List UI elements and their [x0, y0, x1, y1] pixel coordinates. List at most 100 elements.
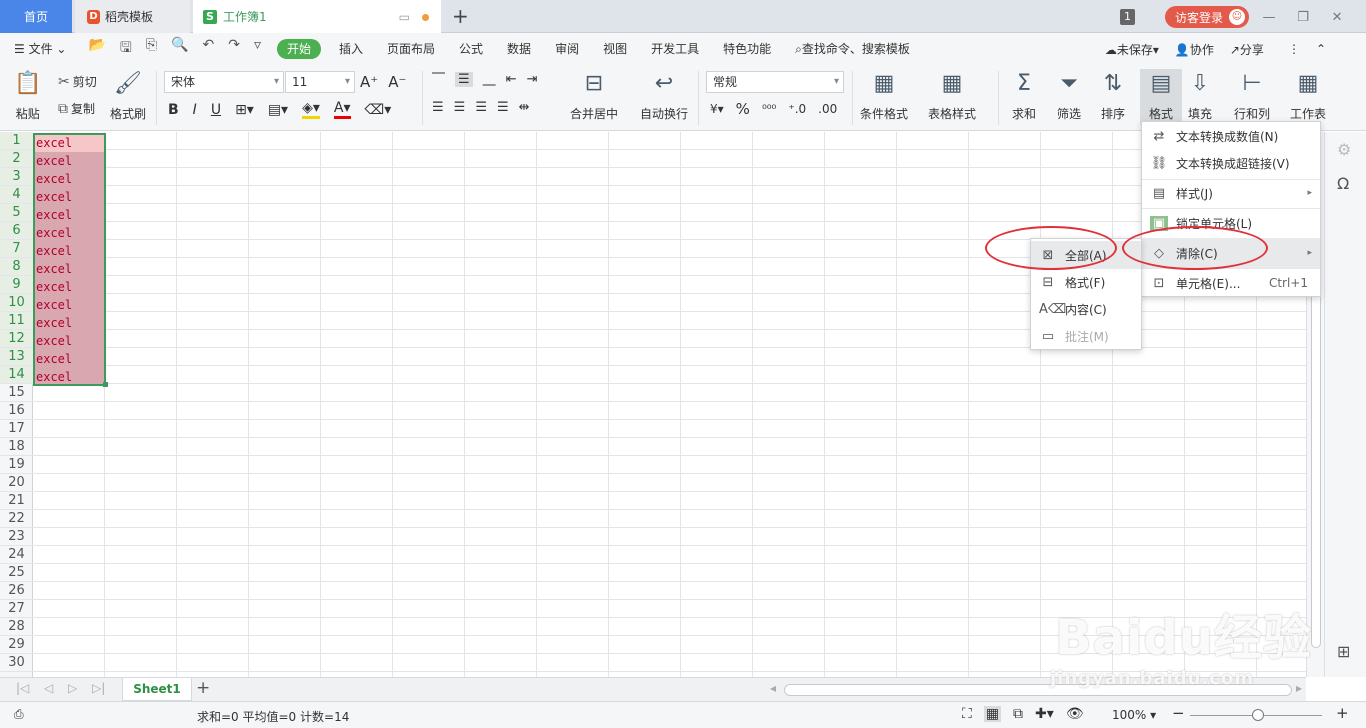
underline-icon[interactable]: U — [211, 102, 221, 118]
increase-decimal-icon[interactable]: ⁺.0 — [788, 102, 806, 116]
save-icon[interactable]: 🖫 — [120, 37, 132, 61]
properties-icon[interactable]: ⚙ — [1337, 140, 1351, 159]
row-header[interactable]: 29 — [0, 636, 33, 654]
row-header[interactable]: 30 — [0, 654, 33, 672]
conditional-format-button[interactable]: ▦ 条件格式 — [860, 71, 908, 122]
row-header[interactable]: 9 — [0, 276, 33, 294]
row-header[interactable]: 18 — [0, 438, 33, 456]
collab-button[interactable]: 👤协作 — [1175, 41, 1214, 58]
row-header[interactable]: 21 — [0, 492, 33, 510]
row-header[interactable]: 20 — [0, 474, 33, 492]
export-icon[interactable]: ⎘ — [146, 37, 157, 61]
row-col-button[interactable]: ⊢ 行和列 — [1234, 71, 1270, 122]
paste-button[interactable]: 📋 粘贴 — [14, 71, 41, 122]
italic-icon[interactable]: I — [193, 102, 197, 118]
align-top-icon[interactable]: ⎺ — [432, 72, 445, 87]
cell-a2[interactable]: excel — [36, 152, 72, 170]
close-button[interactable]: ✕ — [1323, 10, 1351, 25]
restore-button[interactable]: ❐ — [1289, 10, 1317, 25]
prev-sheet-icon[interactable]: ◁ — [44, 681, 53, 695]
last-sheet-icon[interactable]: ▷| — [92, 681, 105, 695]
cell-grid[interactable] — [33, 132, 1306, 677]
tab-template[interactable]: D 稻壳模板 — [75, 0, 190, 33]
undo-icon[interactable]: ↶ — [202, 37, 214, 61]
menu-page-layout[interactable]: 页面布局 — [375, 33, 447, 65]
row-header[interactable]: 22 — [0, 510, 33, 528]
row-header[interactable]: 8 — [0, 258, 33, 276]
menu-review[interactable]: 审阅 — [543, 33, 591, 65]
align-left-icon[interactable]: ☰ — [432, 100, 444, 115]
border-icon[interactable]: ⊞▾ — [235, 102, 254, 118]
justify-icon[interactable]: ☰ — [497, 100, 509, 115]
row-header[interactable]: 16 — [0, 402, 33, 420]
tab-home[interactable]: 首页 — [0, 0, 72, 33]
menu-data[interactable]: 数据 — [495, 33, 543, 65]
grow-font-icon[interactable]: A⁺ — [360, 73, 378, 91]
align-right-icon[interactable]: ☰ — [475, 100, 487, 115]
fill-button[interactable]: ⇩ 填充 — [1188, 71, 1212, 122]
menu-text-to-link[interactable]: ⛓ 文本转换成超链接(V) — [1142, 149, 1320, 177]
row-header[interactable]: 27 — [0, 600, 33, 618]
cell-a6[interactable]: excel — [36, 224, 72, 242]
cell-fill-pattern-icon[interactable]: ▤▾ — [268, 102, 288, 118]
monitor-icon[interactable]: ▭ — [399, 10, 410, 24]
row-header[interactable]: 15 — [0, 384, 33, 402]
share-button[interactable]: ↗分享 — [1230, 41, 1264, 58]
row-header[interactable]: 10 — [0, 294, 33, 312]
row-header[interactable]: 7 — [0, 240, 33, 258]
tab-workbook[interactable]: S 工作簿1 ▭ — [193, 0, 441, 33]
cell-a9[interactable]: excel — [36, 278, 72, 296]
cell-a4[interactable]: excel — [36, 188, 72, 206]
row-header[interactable]: 28 — [0, 618, 33, 636]
print-preview-icon[interactable]: 🔍 — [171, 37, 188, 61]
row-header[interactable]: 12 — [0, 330, 33, 348]
filter-button[interactable]: ⏷ 筛选 — [1057, 71, 1081, 122]
format-painter-button[interactable]: 🖌 格式刷 — [110, 71, 146, 122]
bold-icon[interactable]: B — [168, 102, 179, 118]
menu-view[interactable]: 视图 — [591, 33, 639, 65]
font-size-select[interactable]: 11 — [285, 71, 355, 93]
omega-icon[interactable]: Ω — [1337, 174, 1349, 193]
more-icon[interactable]: ⋮ — [1288, 42, 1300, 56]
fill-color-icon[interactable]: ◈▾ — [302, 100, 320, 119]
row-header[interactable]: 13 — [0, 348, 33, 366]
zoom-slider-thumb[interactable] — [1252, 709, 1264, 721]
cell-a13[interactable]: excel — [36, 350, 72, 368]
cell-a10[interactable]: excel — [36, 296, 72, 314]
menu-formula[interactable]: 公式 — [447, 33, 495, 65]
row-header[interactable]: 24 — [0, 546, 33, 564]
menu-features[interactable]: 特色功能 — [711, 33, 783, 65]
cell-a7[interactable]: excel — [36, 242, 72, 260]
copy-button[interactable]: ⧉ 复制 — [58, 100, 95, 117]
file-menu[interactable]: ☰ 文件 ⌄ — [0, 33, 78, 65]
sheet-tab[interactable]: Sheet1 — [122, 678, 192, 701]
redo-icon[interactable]: ↷ — [228, 37, 240, 61]
font-color-icon[interactable]: A▾ — [333, 100, 351, 119]
first-sheet-icon[interactable]: |◁ — [16, 681, 29, 695]
menu-developer[interactable]: 开发工具 — [639, 33, 711, 65]
scroll-left-icon[interactable]: ◂ — [770, 681, 776, 695]
menu-insert[interactable]: 插入 — [327, 33, 375, 65]
worksheet-button[interactable]: ▦ 工作表 — [1290, 71, 1326, 122]
thousands-icon[interactable]: ⁰⁰⁰ — [762, 102, 776, 116]
search-command[interactable]: ⌕查找命令、搜索模板 — [783, 33, 922, 65]
page-break-icon[interactable]: ⧉ — [1013, 706, 1023, 722]
customize-icon[interactable]: ▿ — [254, 37, 261, 61]
eye-protect-icon[interactable]: 👁 — [1066, 706, 1084, 722]
zoom-out-icon[interactable]: − — [1172, 704, 1185, 722]
menu-text-to-number[interactable]: ⇄ 文本转换成数值(N) — [1142, 122, 1320, 150]
cell-a12[interactable]: excel — [36, 332, 72, 350]
cell-a14[interactable]: excel — [36, 368, 72, 386]
indent-decrease-icon[interactable]: ⇤ — [506, 72, 517, 87]
cell-a11[interactable]: excel — [36, 314, 72, 332]
menu-style[interactable]: ▤ 样式(J) ▸ — [1142, 179, 1320, 207]
menu-clear-comment[interactable]: ▭ 批注(M) — [1031, 322, 1141, 350]
number-format-select[interactable]: 常规 — [706, 71, 844, 93]
fullscreen-icon[interactable]: ⛶ — [962, 706, 972, 722]
window-count-badge[interactable]: 1 — [1120, 9, 1135, 25]
row-header[interactable]: 2 — [0, 150, 33, 168]
percent-icon[interactable]: % — [736, 100, 750, 118]
row-header[interactable]: 23 — [0, 528, 33, 546]
currency-icon[interactable]: ¥▾ — [710, 102, 724, 116]
minimize-button[interactable]: — — [1255, 10, 1283, 25]
